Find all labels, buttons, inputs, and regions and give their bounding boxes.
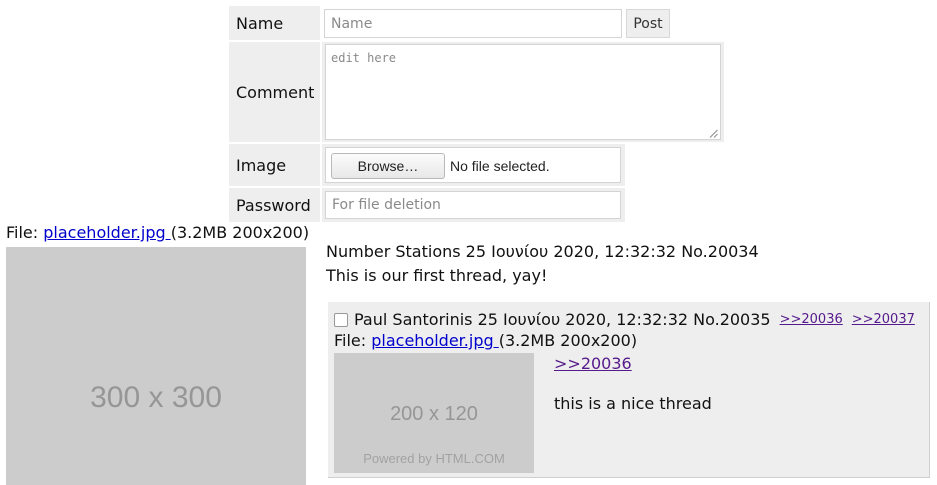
op-thumb-label: 300 x 300 <box>90 381 222 414</box>
name-input[interactable] <box>324 9 622 38</box>
op-file-info: File: placeholder.jpg (3.2MB 200x200) <box>6 223 309 242</box>
op-file-meta: (3.2MB 200x200) <box>170 223 310 242</box>
image-label: Image <box>229 144 320 186</box>
reply-header: Paul Santorinis 25 Ιουνίου 2020, 12:32:3… <box>334 310 915 329</box>
browse-button[interactable]: Browse… <box>331 153 445 179</box>
name-label: Name <box>229 6 320 40</box>
reply-quote-link[interactable]: >>20036 <box>554 354 632 373</box>
reply-body: this is a nice thread <box>554 394 712 413</box>
op-post-body: This is our first thread, yay! <box>326 266 548 285</box>
comment-cell <box>322 42 724 142</box>
reply-post: Paul Santorinis 25 Ιουνίου 2020, 12:32:3… <box>328 302 930 478</box>
reply-file-link[interactable]: placeholder.jpg <box>371 331 498 350</box>
reply-header-text: Paul Santorinis 25 Ιουνίου 2020, 12:32:3… <box>354 310 771 329</box>
comment-textarea[interactable] <box>325 44 721 140</box>
op-thumbnail[interactable]: 300 x 300 <box>6 247 306 485</box>
backlink[interactable]: >>20036 <box>780 312 843 327</box>
comment-label: Comment <box>229 42 320 142</box>
no-file-text: No file selected. <box>450 158 550 174</box>
op-file-link[interactable]: placeholder.jpg <box>43 223 170 242</box>
password-label: Password <box>229 188 320 222</box>
reply-thumbnail[interactable]: 200 x 120 Powered by HTML.COM <box>334 353 534 473</box>
post-button[interactable]: Post <box>626 9 670 38</box>
reply-thumb-label: 200 x 120 <box>390 403 478 425</box>
op-file-prefix: File: <box>6 223 44 242</box>
reply-file-prefix: File: <box>334 331 372 350</box>
password-cell <box>322 188 625 222</box>
password-input[interactable] <box>325 191 621 219</box>
image-cell: Browse… No file selected. <box>322 144 625 186</box>
reply-thumb-credit: Powered by HTML.COM <box>363 451 505 466</box>
resize-grip-icon[interactable] <box>709 129 718 138</box>
reply-file-info: File: placeholder.jpg (3.2MB 200x200) <box>334 331 637 350</box>
file-input[interactable]: Browse… No file selected. <box>325 147 621 183</box>
reply-select-checkbox[interactable] <box>334 312 348 327</box>
op-post-header: Number Stations 25 Ιουνίου 2020, 12:32:3… <box>326 242 759 261</box>
reply-file-meta: (3.2MB 200x200) <box>498 331 638 350</box>
backlink[interactable]: >>20037 <box>852 312 915 327</box>
